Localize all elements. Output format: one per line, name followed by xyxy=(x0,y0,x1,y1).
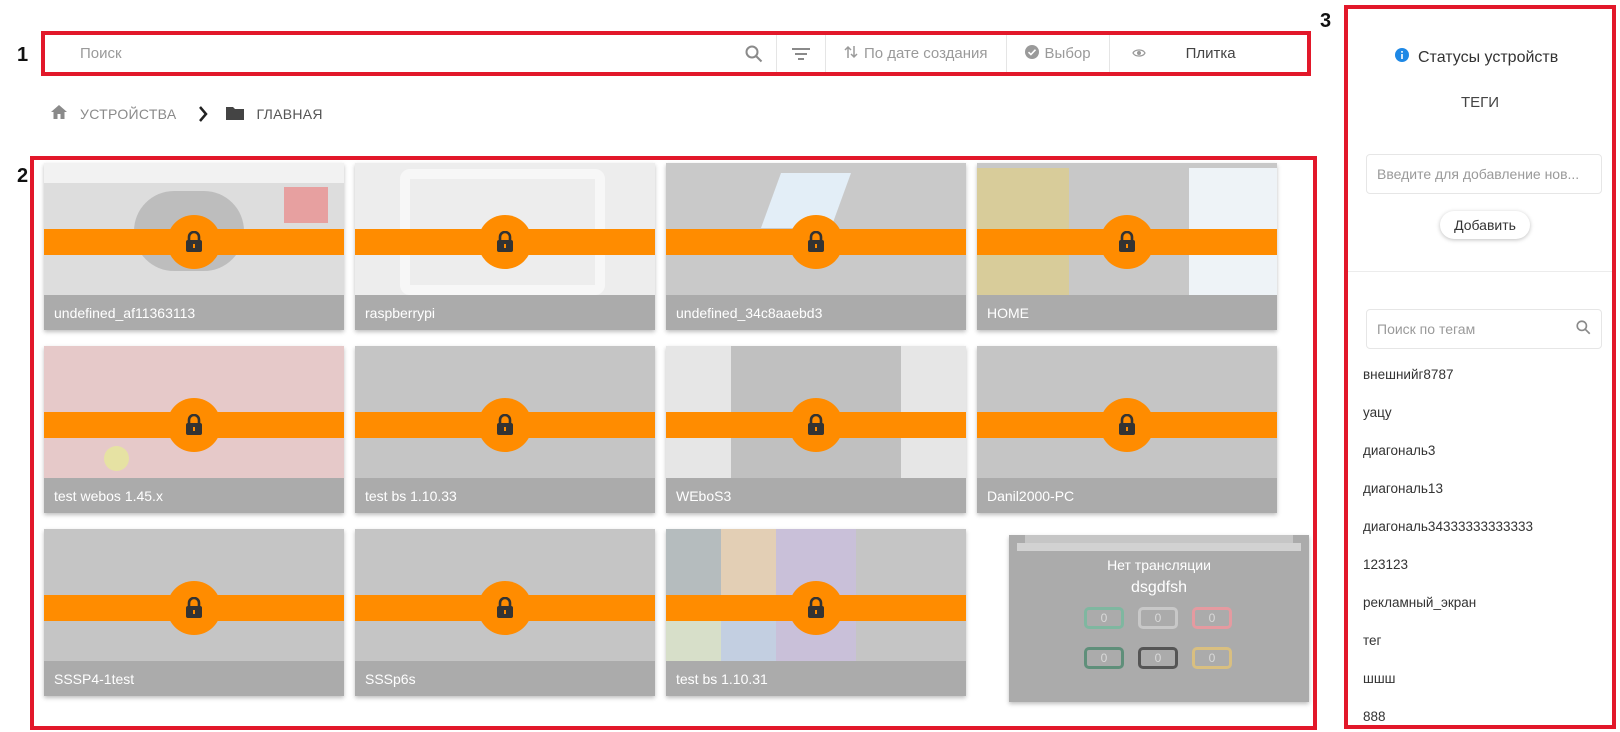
lock-icon[interactable] xyxy=(167,581,221,635)
marker-2: 2 xyxy=(17,165,29,187)
tile-stack xyxy=(1017,543,1301,551)
tag-item[interactable]: шшш xyxy=(1363,671,1533,709)
device-name: SSSp6s xyxy=(355,661,655,696)
sort-label: По дате создания xyxy=(864,45,988,62)
tag-item[interactable]: диагональ3 xyxy=(1363,443,1533,481)
device-name: undefined_af11363113 xyxy=(44,295,344,330)
tag-search-placeholder: Поиск по тегам xyxy=(1377,321,1476,337)
tag-item[interactable]: диагональ13 xyxy=(1363,481,1533,519)
lock-icon[interactable] xyxy=(167,398,221,452)
device-statuses-label: Статусы устройств xyxy=(1418,48,1559,66)
toolbar-divider xyxy=(776,35,777,72)
marker-3: 3 xyxy=(1320,10,1332,32)
sidebar-divider xyxy=(1348,271,1612,272)
device-name: dsgdfsh xyxy=(1130,579,1188,596)
breadcrumb-devices[interactable]: УСТРОЙСТВА xyxy=(80,106,176,122)
add-tag-button[interactable]: Добавить xyxy=(1440,211,1530,239)
tag-search-input[interactable]: Поиск по тегам xyxy=(1366,309,1602,349)
lock-icon[interactable] xyxy=(789,581,843,635)
status-count-badge: 0 xyxy=(1084,607,1124,629)
tile-stack xyxy=(1025,535,1293,543)
search-icon[interactable] xyxy=(1576,320,1591,338)
lock-icon[interactable] xyxy=(478,215,532,269)
lock-icon[interactable] xyxy=(478,581,532,635)
device-tile[interactable]: HOME xyxy=(977,163,1277,330)
device-name: test webos 1.45.x xyxy=(44,478,344,513)
device-name: HOME xyxy=(977,295,1277,330)
sidebar: Статусы устройств ТЕГИ Добавить Поиск по… xyxy=(1344,5,1616,729)
filter-icon[interactable] xyxy=(791,44,811,64)
device-tile-no-broadcast[interactable]: Нет трансляции dsgdfsh 000000 xyxy=(1009,535,1309,702)
tag-item[interactable]: 888 xyxy=(1363,709,1533,732)
view-label: Плитка xyxy=(1185,45,1236,62)
device-tile[interactable]: test webos 1.45.x xyxy=(44,346,344,513)
device-name: raspberrypi xyxy=(355,295,655,330)
tag-item[interactable]: тег xyxy=(1363,633,1533,671)
breadcrumb-main: ГЛАВНАЯ xyxy=(256,105,323,122)
device-name: undefined_34c8aaebd3 xyxy=(666,295,966,330)
view-button[interactable]: Плитка xyxy=(1110,45,1254,62)
device-tile[interactable]: SSSP4-1test xyxy=(44,529,344,696)
status-count-badge: 0 xyxy=(1138,647,1178,669)
folder-icon xyxy=(226,105,245,123)
eye-icon xyxy=(1131,45,1146,62)
lock-icon[interactable] xyxy=(478,398,532,452)
device-name: test bs 1.10.31 xyxy=(666,661,966,696)
tag-add-input[interactable] xyxy=(1366,154,1602,194)
lock-icon[interactable] xyxy=(1100,398,1154,452)
device-statuses-button[interactable]: Статусы устройств xyxy=(1394,47,1558,68)
status-count-badge: 0 xyxy=(1192,607,1232,629)
device-name: Danil2000-PC xyxy=(977,478,1277,513)
select-button[interactable]: Выбор xyxy=(1007,44,1109,63)
no-broadcast-label: Нет трансляции xyxy=(1107,557,1211,573)
lock-icon[interactable] xyxy=(789,215,843,269)
breadcrumb: УСТРОЙСТВА ГЛАВНАЯ xyxy=(50,104,323,123)
tag-item[interactable]: 123123 xyxy=(1363,557,1533,595)
info-icon xyxy=(1394,47,1410,68)
lock-icon[interactable] xyxy=(167,215,221,269)
tag-item[interactable]: диагональ34333333333333 xyxy=(1363,519,1533,557)
device-tile[interactable]: test bs 1.10.33 xyxy=(355,346,655,513)
lock-icon[interactable] xyxy=(789,398,843,452)
sort-button[interactable]: По дате создания xyxy=(826,45,1006,63)
device-name: WEboS3 xyxy=(666,478,966,513)
tags-title: ТЕГИ xyxy=(1460,94,1500,111)
search-icon[interactable] xyxy=(744,44,764,64)
device-tile[interactable]: raspberrypi xyxy=(355,163,655,330)
check-circle-icon xyxy=(1024,44,1039,63)
tag-item[interactable]: рекламный_экран xyxy=(1363,595,1533,633)
chevron-right-icon xyxy=(198,105,209,122)
device-tile[interactable]: test bs 1.10.31 xyxy=(666,529,966,696)
status-count-badge: 0 xyxy=(1138,607,1178,629)
tag-list: внешнийг8787 уацу диагональ3 диагональ13 диа… xyxy=(1363,367,1533,732)
toolbar: Поиск По дате создания Выбор Плитка xyxy=(41,31,1311,76)
device-tile[interactable]: undefined_34c8aaebd3 xyxy=(666,163,966,330)
home-icon[interactable] xyxy=(50,104,68,123)
device-name: SSSP4-1test xyxy=(44,661,344,696)
device-tile[interactable]: WEboS3 xyxy=(666,346,966,513)
device-name: test bs 1.10.33 xyxy=(355,478,655,513)
lock-icon[interactable] xyxy=(1100,215,1154,269)
marker-1: 1 xyxy=(17,44,29,66)
device-tile[interactable]: SSSp6s xyxy=(355,529,655,696)
device-tile[interactable]: undefined_af11363113 xyxy=(44,163,344,330)
search-input[interactable]: Поиск xyxy=(80,45,740,62)
tag-item[interactable]: внешнийг8787 xyxy=(1363,367,1533,405)
tag-item[interactable]: уацу xyxy=(1363,405,1533,443)
device-grid: undefined_af11363113 raspberrypi undefined… xyxy=(30,156,1317,730)
sort-icon xyxy=(844,45,858,63)
device-tile[interactable]: Danil2000-PC xyxy=(977,346,1277,513)
select-label: Выбор xyxy=(1044,45,1091,62)
status-count-badge: 0 xyxy=(1084,647,1124,669)
status-badges: 000000 xyxy=(1084,607,1234,669)
status-count-badge: 0 xyxy=(1192,647,1232,669)
